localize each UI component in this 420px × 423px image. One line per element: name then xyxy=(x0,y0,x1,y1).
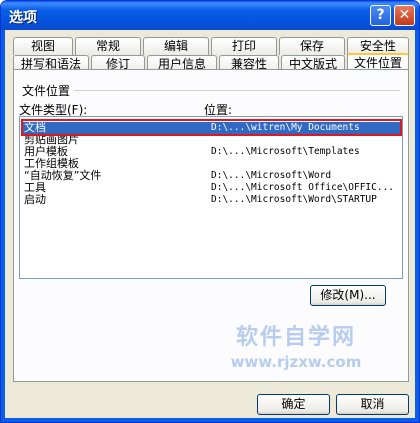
tab-save[interactable]: 保存 xyxy=(279,37,345,55)
list-item-tools[interactable]: 工具 D:\...\Microsoft Office\OFFIC... xyxy=(21,182,401,194)
watermark: 软件自学网 www.rjzxw.com xyxy=(221,319,371,371)
close-icon[interactable]: ✕ xyxy=(394,5,415,26)
list-item-type: 启动 xyxy=(24,193,46,206)
list-item-location: D:\...\Microsoft Office\OFFIC... xyxy=(211,182,395,193)
group-label: 文件位置 xyxy=(22,84,71,98)
list-item-location: D:\...\Microsoft\Word\STARTUP xyxy=(211,194,377,205)
list-item-location: D:\...\Microsoft\Word xyxy=(211,170,332,181)
tab-print[interactable]: 打印 xyxy=(211,37,277,55)
file-locations-list[interactable]: 文档 D:\...\witren\My Documents 剪贴画图片 用户模板… xyxy=(19,116,403,279)
watermark-title: 软件自学网 xyxy=(235,325,356,350)
title-bar: 选项 ? ✕ xyxy=(1,1,419,30)
watermark-url: www.rjzxw.com xyxy=(230,353,362,371)
group-divider xyxy=(74,90,400,91)
ok-button[interactable]: 确定 xyxy=(257,394,330,415)
list-item-location: D:\...\Microsoft\Templates xyxy=(211,146,360,157)
help-icon[interactable]: ? xyxy=(370,5,391,26)
cancel-button[interactable]: 取消 xyxy=(336,394,409,415)
window-frame-left xyxy=(1,30,5,422)
list-item-startup[interactable]: 启动 D:\...\Microsoft\Word\STARTUP xyxy=(21,194,401,206)
window-frame-bottom xyxy=(1,418,419,422)
options-dialog: 选项 ? ✕ 视图 常规 编辑 打印 保存 安全性 拼写和语法 修订 用户信息 … xyxy=(0,0,420,423)
modify-button[interactable]: 修改(M)... xyxy=(310,285,386,306)
tab-edit[interactable]: 编辑 xyxy=(143,37,209,55)
tab-view[interactable]: 视图 xyxy=(13,37,73,55)
tab-general[interactable]: 常规 xyxy=(75,37,141,55)
window-frame-right xyxy=(415,30,419,422)
list-item-location: D:\...\witren\My Documents xyxy=(211,122,360,133)
window-title: 选项 xyxy=(9,10,37,26)
list-item-clipart[interactable]: 剪贴画图片 xyxy=(21,134,401,146)
list-item-autorecover[interactable]: “自动恢复”文件 D:\...\Microsoft\Word xyxy=(21,170,401,182)
